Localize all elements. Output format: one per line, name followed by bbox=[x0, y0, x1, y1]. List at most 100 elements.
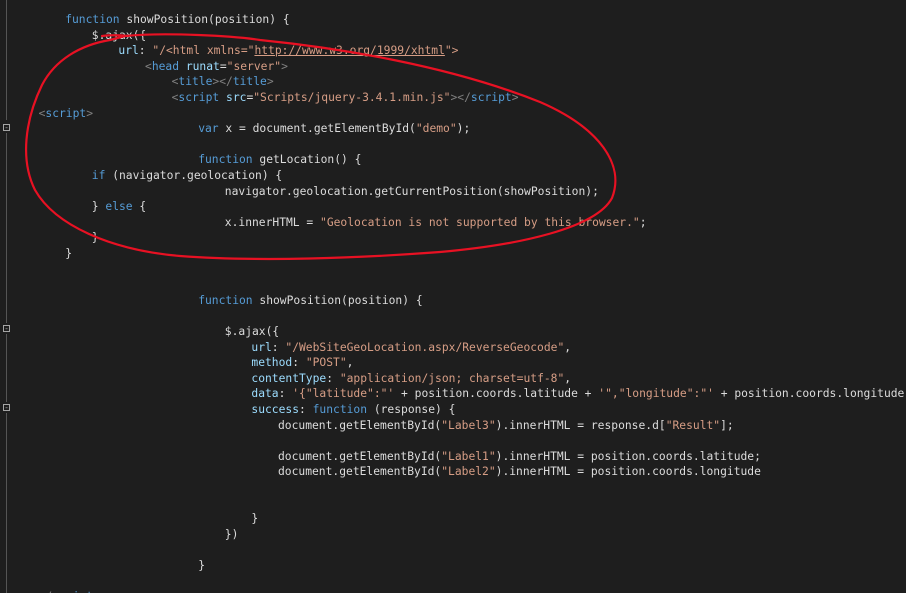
code-token: data bbox=[251, 387, 279, 401]
code-token: document.getElementById( bbox=[278, 449, 442, 463]
code-token: ></ bbox=[212, 75, 233, 89]
code-line[interactable]: success: function (response) { bbox=[251, 402, 455, 418]
code-token: '","longitude":"' bbox=[598, 387, 714, 401]
code-token: function bbox=[65, 13, 127, 26]
code-token: , bbox=[346, 356, 354, 370]
code-token: "> bbox=[444, 44, 459, 58]
code-line[interactable]: } bbox=[65, 246, 72, 262]
code-token: "/<html xmlns=" bbox=[152, 44, 255, 58]
code-token: ).innerHTML = position.coords.latitude; bbox=[495, 449, 761, 463]
code-token: > bbox=[281, 59, 288, 73]
code-token: "Geolocation is not supported by this br… bbox=[320, 215, 640, 229]
code-token: : bbox=[278, 387, 293, 401]
code-line[interactable]: function showPosition(position) { bbox=[198, 293, 422, 309]
code-line[interactable]: <script src="Scripts/jquery-3.4.1.min.js… bbox=[172, 90, 519, 106]
code-token: "application/json; charset=utf-8" bbox=[339, 371, 565, 385]
code-line[interactable]: </script> bbox=[39, 589, 100, 593]
code-line[interactable]: document.getElementById("Label3").innerH… bbox=[278, 418, 734, 434]
code-token: ).innerHTML = response.d[ bbox=[495, 418, 666, 432]
code-line[interactable]: document.getElementById("Label2").innerH… bbox=[278, 464, 761, 480]
code-token: "Scripts/jquery-3.4.1.min.js" bbox=[253, 91, 451, 104]
code-line[interactable]: } bbox=[92, 230, 99, 246]
code-token: { bbox=[139, 200, 147, 214]
code-token: : bbox=[299, 403, 313, 416]
code-token: > bbox=[86, 106, 94, 120]
code-token: } bbox=[198, 559, 205, 572]
code-line[interactable]: navigator.geolocation.getCurrentPosition… bbox=[225, 184, 599, 200]
code-token: function bbox=[198, 293, 260, 307]
code-token: "Label1" bbox=[441, 449, 496, 463]
code-line[interactable]: data: '{"latitude":"' + position.coords.… bbox=[251, 386, 906, 402]
code-token: script bbox=[470, 91, 512, 104]
code-token: "Label2" bbox=[441, 465, 496, 479]
code-line[interactable]: } bbox=[198, 558, 205, 574]
code-token: method bbox=[251, 356, 293, 370]
code-token: document.getElementById( bbox=[278, 465, 442, 479]
code-token: document.getElementById( bbox=[278, 418, 442, 432]
code-line[interactable]: $.ajax({ bbox=[92, 28, 146, 44]
code-token: "Label3" bbox=[441, 418, 496, 432]
code-line[interactable]: var x = document.getElementById("demo"); bbox=[198, 121, 470, 137]
code-line[interactable]: x.innerHTML = "Geolocation is not suppor… bbox=[225, 215, 647, 231]
code-token: : bbox=[271, 340, 286, 354]
outline-guide bbox=[6, 413, 7, 593]
code-token: else bbox=[105, 200, 140, 214]
code-token: showPosition(position) { bbox=[259, 293, 423, 307]
red-ink-annotation bbox=[25, 33, 617, 261]
code-token: < bbox=[145, 59, 152, 73]
code-token: script bbox=[45, 106, 87, 120]
code-token: showPosition(position) { bbox=[126, 13, 290, 26]
code-line[interactable]: url: "/<html xmlns="http://www.w3.org/19… bbox=[118, 43, 458, 59]
code-line[interactable]: <title></title> bbox=[172, 74, 274, 90]
code-line[interactable]: document.getElementById("Label1").innerH… bbox=[278, 449, 761, 465]
code-line[interactable]: }) bbox=[225, 527, 239, 543]
code-token: script bbox=[178, 91, 220, 104]
code-token: + position.coords.longitude + bbox=[713, 387, 906, 401]
code-line[interactable]: url: "/WebSiteGeoLocation.aspx/ReverseGe… bbox=[251, 340, 571, 356]
code-token: x = document.getElementById( bbox=[225, 122, 416, 136]
code-token: "server" bbox=[226, 59, 282, 73]
code-token: x.innerHTML = bbox=[224, 215, 321, 229]
code-line[interactable]: } else { bbox=[92, 199, 146, 215]
collapse-minus-icon[interactable]: - bbox=[3, 404, 10, 412]
outline-guide bbox=[6, 133, 7, 323]
code-line[interactable]: $.ajax({ bbox=[225, 324, 279, 340]
code-token: } bbox=[91, 231, 99, 245]
code-token: ]; bbox=[720, 418, 734, 432]
code-token: if bbox=[91, 169, 113, 182]
code-token: url bbox=[118, 44, 139, 58]
code-token: } bbox=[65, 247, 72, 260]
code-token: success bbox=[251, 403, 299, 416]
code-editor[interactable]: - - - function showPosition(position) {$… bbox=[0, 0, 906, 593]
collapse-minus-icon[interactable]: - bbox=[3, 325, 10, 333]
code-token: + position.coords.latitude + bbox=[394, 387, 599, 401]
code-line[interactable]: <head runat="server"> bbox=[145, 59, 288, 75]
code-line[interactable]: if (navigator.geolocation) { bbox=[92, 168, 282, 184]
outline-guide bbox=[6, 334, 7, 402]
outline-guide bbox=[6, 0, 7, 120]
code-token: navigator.geolocation.getCurrentPosition… bbox=[224, 184, 599, 198]
code-token: function bbox=[312, 403, 374, 416]
code-token: $.ajax({ bbox=[224, 325, 280, 338]
code-line[interactable]: method: "POST", bbox=[251, 355, 353, 371]
code-token: contentType bbox=[251, 371, 327, 385]
code-token: > bbox=[511, 91, 519, 104]
code-token: "POST" bbox=[305, 356, 347, 370]
code-line[interactable]: function getLocation() { bbox=[198, 152, 361, 168]
code-token: head bbox=[151, 59, 180, 73]
code-token: (response) { bbox=[373, 403, 456, 416]
code-token: runat bbox=[179, 59, 220, 73]
collapse-minus-icon[interactable]: - bbox=[3, 124, 10, 132]
code-line[interactable]: contentType: "application/json; charset=… bbox=[251, 371, 571, 387]
code-line[interactable]: } bbox=[251, 511, 258, 527]
code-token: $.ajax({ bbox=[91, 28, 147, 42]
code-token: var bbox=[198, 122, 226, 136]
code-token: : bbox=[292, 356, 306, 370]
code-line[interactable]: <script> bbox=[39, 106, 93, 122]
code-token: = bbox=[219, 59, 227, 73]
code-line[interactable]: function showPosition(position) { bbox=[65, 12, 289, 28]
code-token: ); bbox=[456, 122, 471, 136]
code-token: title bbox=[178, 75, 213, 89]
code-token: (navigator.geolocation) { bbox=[112, 169, 283, 182]
code-token: ></ bbox=[450, 91, 471, 104]
